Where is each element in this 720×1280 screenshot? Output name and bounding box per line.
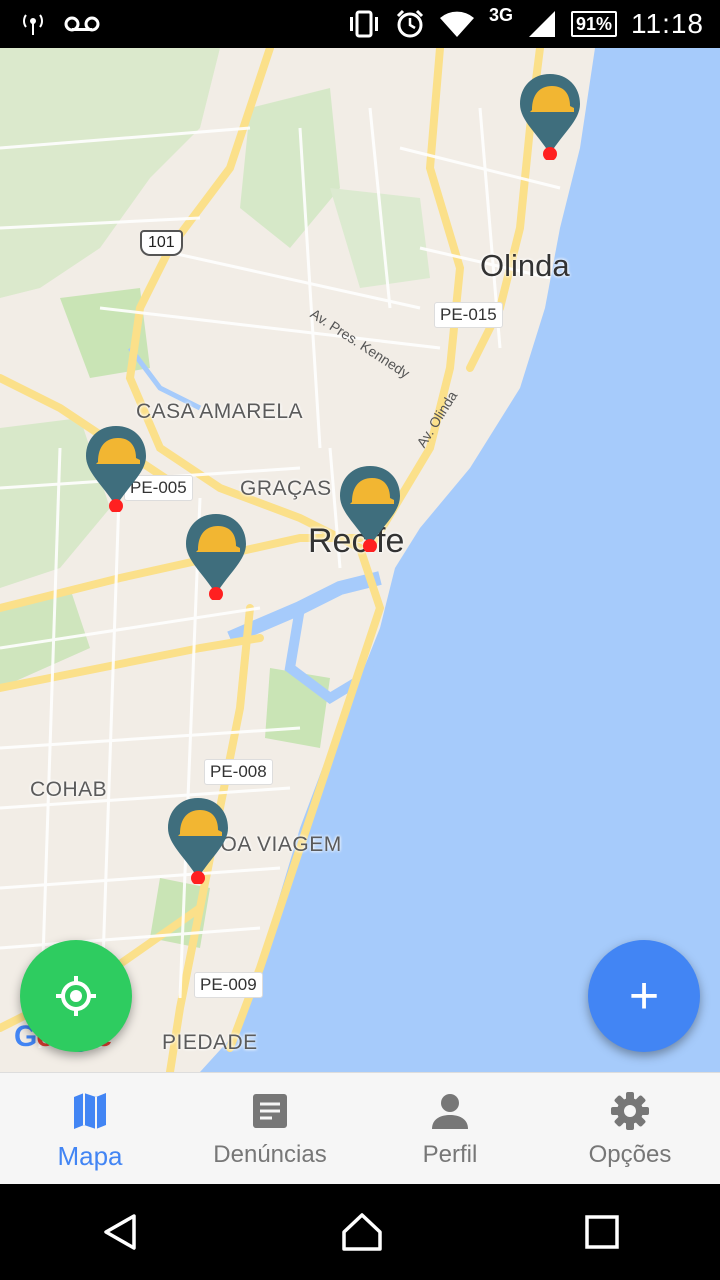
- person-icon: [432, 1094, 468, 1129]
- road-badge-pe008: PE-008: [204, 759, 273, 785]
- street: [0, 726, 301, 750]
- green-area: [0, 48, 220, 298]
- nav-label-mapa: Mapa: [57, 1141, 123, 1171]
- map-icon: [74, 1093, 106, 1129]
- place-label-cohab: COHAB: [30, 778, 108, 801]
- add-report-button[interactable]: +: [588, 940, 700, 1052]
- street: [0, 866, 281, 890]
- place-label-gracas: GRAÇAS: [240, 477, 332, 500]
- network-type: 3G: [488, 4, 513, 25]
- nav-tab-denuncias[interactable]: Denúncias: [180, 1073, 360, 1185]
- construction-marker[interactable]: [184, 510, 248, 600]
- home-icon[interactable]: [340, 1212, 384, 1252]
- document-icon: [253, 1094, 287, 1128]
- back-icon[interactable]: [100, 1212, 140, 1252]
- street: [99, 306, 441, 350]
- road-badge-pe015: PE-015: [434, 302, 503, 328]
- nav-tab-opcoes[interactable]: Opções: [540, 1073, 720, 1185]
- battery-level: 91%: [575, 13, 612, 34]
- gps-locate-icon: [56, 976, 96, 1016]
- vibrate-icon: [349, 10, 378, 38]
- street: [0, 926, 261, 950]
- nav-label-perfil: Perfil: [422, 1141, 478, 1168]
- nav-label-opcoes: Opções: [588, 1141, 672, 1168]
- cellular-signal-icon: [528, 11, 555, 37]
- recents-icon[interactable]: [584, 1214, 620, 1250]
- bottom-navigation: Mapa Denúncias Perfil Opções: [0, 1072, 720, 1185]
- place-label-piedade: PIEDADE: [162, 1031, 258, 1054]
- voicemail-icon: [64, 16, 100, 32]
- road-shield-101: 101: [140, 230, 183, 256]
- place-label-olinda: Olinda: [480, 248, 570, 283]
- radio-signal-icon: [23, 14, 43, 35]
- green-area: [240, 88, 340, 248]
- place-label-casa-amarela: CASA AMARELA: [136, 400, 304, 423]
- construction-marker[interactable]: [84, 422, 148, 512]
- map-view[interactable]: Olinda Recife CASA AMARELA GRAÇAS COHAB …: [0, 48, 720, 1072]
- green-area: [265, 668, 330, 748]
- add-icon: +: [628, 967, 660, 1025]
- battery-icon: 91%: [570, 11, 617, 37]
- wifi-icon: [439, 11, 474, 37]
- nav-tab-perfil[interactable]: Perfil: [360, 1073, 540, 1185]
- gear-icon: [611, 1092, 649, 1130]
- construction-marker[interactable]: [338, 462, 402, 552]
- road-badge-pe009: PE-009: [194, 972, 263, 998]
- status-bar: 3G 91% 11:18: [0, 0, 720, 48]
- construction-marker[interactable]: [518, 70, 582, 160]
- construction-marker[interactable]: [166, 794, 230, 884]
- locate-me-button[interactable]: [20, 940, 132, 1052]
- alarm-icon: [396, 9, 424, 38]
- system-navigation-bar: [0, 1184, 720, 1280]
- nav-label-denuncias: Denúncias: [213, 1141, 327, 1168]
- nav-tab-mapa[interactable]: Mapa: [0, 1073, 180, 1185]
- clock: 11:18: [631, 8, 704, 39]
